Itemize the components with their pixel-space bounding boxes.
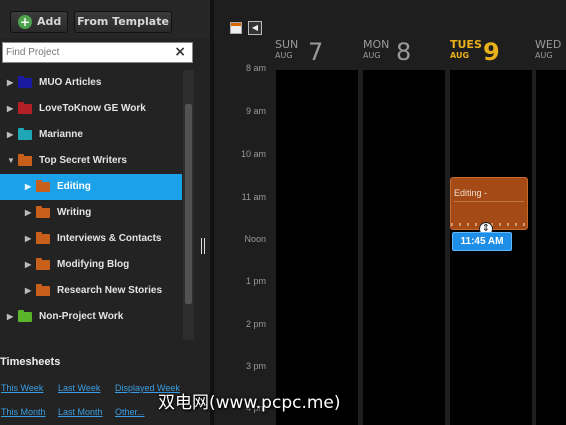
hour-label: 10 am bbox=[240, 149, 266, 159]
hour-label: 11 am bbox=[241, 192, 266, 202]
expand-arrow-icon[interactable]: ▶ bbox=[7, 130, 13, 139]
project-row[interactable]: ▶ Research New Stories bbox=[0, 278, 182, 304]
folder-icon bbox=[36, 284, 50, 296]
arrow-left-icon[interactable]: ◀ bbox=[248, 21, 262, 35]
day-month: AUG bbox=[275, 51, 293, 60]
scrollbar-thumb[interactable] bbox=[185, 104, 192, 304]
project-row[interactable]: ▶ Interviews & Contacts bbox=[0, 226, 182, 252]
folder-icon bbox=[36, 206, 50, 218]
find-project-input[interactable] bbox=[6, 45, 171, 60]
timesheet-link-last-month[interactable]: Last Month bbox=[58, 407, 103, 417]
project-row[interactable]: ▶ LoveToKnow GE Work bbox=[0, 96, 182, 122]
folder-icon bbox=[36, 258, 50, 270]
day-column-sun[interactable] bbox=[276, 70, 358, 425]
day-of-week: SUN bbox=[275, 38, 299, 51]
project-label: Writing bbox=[57, 207, 92, 218]
day-date: 8 bbox=[396, 38, 412, 66]
expand-arrow-icon[interactable]: ▶ bbox=[7, 78, 13, 87]
drag-time-tooltip: 11:45 AM bbox=[452, 232, 512, 251]
folder-icon bbox=[18, 102, 32, 114]
folder-icon bbox=[18, 128, 32, 140]
hour-label: Noon bbox=[244, 234, 266, 244]
folder-icon bbox=[36, 180, 50, 192]
day-of-week: MON bbox=[363, 38, 390, 51]
project-row[interactable]: ▼ Top Secret Writers bbox=[0, 148, 182, 174]
hour-label: 1 pm bbox=[245, 276, 266, 286]
project-label: MUO Articles bbox=[39, 77, 102, 88]
day-header-mon[interactable]: MON AUG 8 bbox=[363, 38, 443, 68]
calendar-today-icon[interactable] bbox=[230, 22, 242, 34]
project-pane: + Add From Template × ▶ MUO Articles ▶ Love… bbox=[0, 0, 210, 425]
timesheet-link-this-week[interactable]: This Week bbox=[1, 383, 43, 393]
day-date: 7 bbox=[308, 38, 324, 66]
project-toolbar: + Add From Template bbox=[0, 0, 210, 38]
project-search: × bbox=[2, 42, 193, 63]
timesheet-link-this-month[interactable]: This Month bbox=[1, 407, 46, 417]
day-of-week: WED bbox=[535, 38, 562, 51]
project-row[interactable]: ▶ Modifying Blog bbox=[0, 252, 182, 278]
project-label: LoveToKnow GE Work bbox=[39, 103, 146, 114]
project-label: Modifying Blog bbox=[57, 259, 130, 270]
hour-label: 8 am bbox=[245, 63, 266, 73]
calendar-view: ◀ SUN AUG 7 MON AUG 8 TUES AUG 9 WED AUG… bbox=[214, 0, 566, 425]
project-row[interactable]: ▶ MUO Articles bbox=[0, 70, 182, 96]
add-button-label: Add bbox=[37, 15, 62, 28]
project-label: Non-Project Work bbox=[39, 311, 124, 322]
project-tree-scrollbar[interactable] bbox=[183, 70, 194, 340]
expand-arrow-icon[interactable]: ▶ bbox=[25, 286, 31, 295]
hour-label: 9 am bbox=[245, 106, 266, 116]
project-row[interactable]: ▶ Marianne bbox=[0, 122, 182, 148]
splitter-grip-icon[interactable] bbox=[200, 238, 206, 254]
project-row[interactable]: ▶ Non-Project Work bbox=[0, 304, 182, 330]
plus-circle-icon: + bbox=[18, 15, 32, 29]
timesheet-link-last-week[interactable]: Last Week bbox=[58, 383, 100, 393]
expand-arrow-icon[interactable]: ▶ bbox=[7, 104, 13, 113]
from-template-button[interactable]: From Template bbox=[74, 11, 172, 33]
folder-icon bbox=[18, 154, 32, 166]
day-column-wed[interactable] bbox=[536, 70, 566, 425]
timesheets-heading: Timesheets bbox=[0, 356, 61, 368]
project-label: Top Secret Writers bbox=[39, 155, 127, 166]
day-month: AUG bbox=[363, 51, 381, 60]
expand-arrow-icon[interactable]: ▶ bbox=[25, 234, 31, 243]
timesheet-link-other[interactable]: Other... bbox=[115, 407, 145, 417]
folder-icon bbox=[18, 76, 32, 88]
project-label: Interviews & Contacts bbox=[57, 233, 162, 244]
hour-label: 2 pm bbox=[245, 319, 266, 329]
event-title: Editing - bbox=[454, 188, 488, 198]
hour-label: 3 pm bbox=[245, 361, 266, 371]
day-month: AUG bbox=[535, 51, 553, 60]
folder-icon bbox=[36, 232, 50, 244]
project-label: Editing bbox=[57, 181, 91, 192]
project-tree: ▶ MUO Articles ▶ LoveToKnow GE Work ▶ Mariann… bbox=[0, 70, 182, 340]
event-divider bbox=[454, 201, 524, 202]
day-header-tues[interactable]: TUES AUG 9 bbox=[450, 38, 530, 68]
add-project-button[interactable]: + Add bbox=[10, 11, 68, 33]
expand-arrow-icon[interactable]: ▶ bbox=[25, 208, 31, 217]
project-row[interactable]: ▶ Writing bbox=[0, 200, 182, 226]
clear-search-icon[interactable]: × bbox=[174, 44, 186, 60]
project-label: Marianne bbox=[39, 129, 83, 140]
day-header-sun[interactable]: SUN AUG 7 bbox=[275, 38, 355, 68]
project-label: Research New Stories bbox=[57, 285, 163, 296]
day-month: AUG bbox=[450, 51, 470, 60]
expand-arrow-icon[interactable]: ▶ bbox=[25, 260, 31, 269]
expand-arrow-icon[interactable]: ▶ bbox=[25, 182, 31, 191]
expand-arrow-icon[interactable]: ▶ bbox=[7, 312, 13, 321]
watermark-text: 双电网(www.pcpc.me) bbox=[158, 393, 341, 413]
day-date: 9 bbox=[483, 38, 500, 66]
day-header-wed[interactable]: WED AUG bbox=[535, 38, 566, 68]
folder-icon bbox=[18, 310, 32, 322]
collapse-arrow-icon[interactable]: ▼ bbox=[7, 156, 15, 165]
project-row[interactable]: ▶ Editing bbox=[0, 174, 182, 200]
day-column-mon[interactable] bbox=[363, 70, 445, 425]
day-of-week: TUES bbox=[450, 38, 482, 51]
